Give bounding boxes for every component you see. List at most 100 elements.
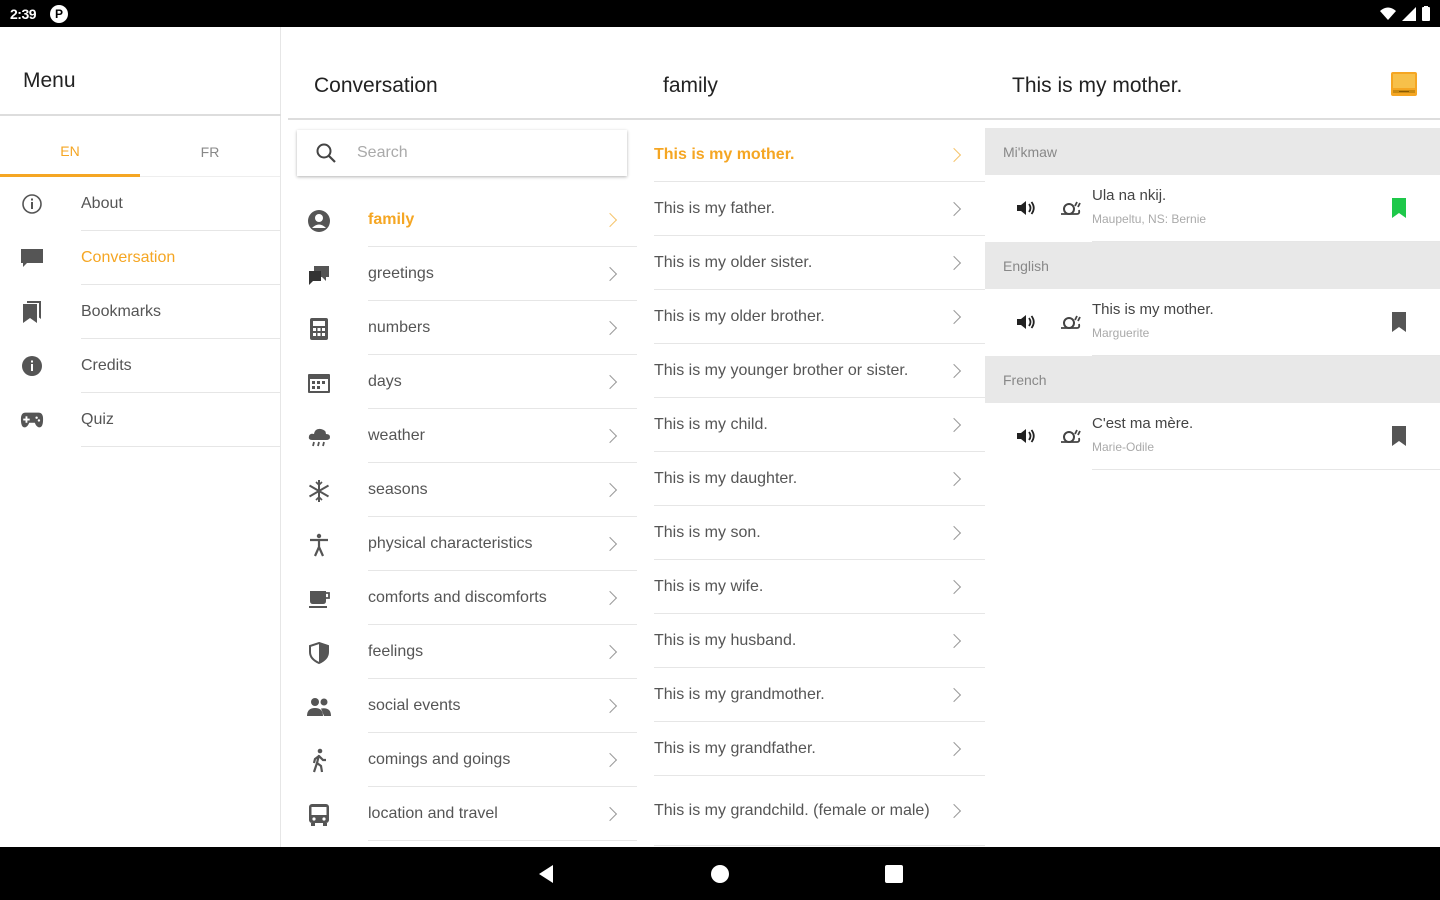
phrase-item[interactable]: This is my grandchild. (female or male) [654, 776, 985, 846]
walking-icon [306, 748, 332, 774]
home-icon[interactable] [708, 862, 732, 886]
bus-icon [306, 802, 332, 828]
category-greetings[interactable]: greetings [288, 247, 637, 301]
translation-entry: This is my mother. Marguerite [985, 289, 1440, 356]
book-icon[interactable] [1390, 70, 1418, 98]
category-label: seasons [368, 463, 637, 517]
category-label: location and travel [368, 787, 637, 841]
bookmark-icon[interactable] [1390, 425, 1408, 447]
category-family[interactable]: family [288, 193, 637, 247]
phrase-item[interactable]: This is my grandmother. [654, 668, 985, 722]
coffee-icon [306, 586, 332, 612]
search-input[interactable] [357, 144, 597, 162]
menu-item-quiz[interactable]: Quiz [0, 393, 281, 447]
phrase-label: This is my wife. [654, 578, 764, 595]
language-tabs: EN FR [0, 127, 281, 177]
speaker-icon[interactable] [1015, 425, 1037, 447]
phrase-item[interactable]: This is my older sister. [654, 236, 985, 290]
recents-icon[interactable] [882, 862, 906, 886]
category-numbers[interactable]: numbers [288, 301, 637, 355]
speaker-name: Maupeltu, NS: Bernie [1092, 212, 1207, 226]
translation-text: This is my mother. [1092, 301, 1214, 318]
phrase-header: This is my mother. [985, 27, 1440, 120]
category-label: family [368, 193, 637, 247]
battery-icon [1422, 6, 1430, 21]
status-bar: 2:39 P [0, 0, 1440, 27]
chevron-right-icon [946, 363, 962, 378]
category-label: social events [368, 679, 637, 733]
gamepad-icon [20, 408, 44, 432]
accessibility-icon [306, 532, 332, 558]
chevron-right-icon [946, 687, 962, 702]
menu-item-conversation[interactable]: Conversation [0, 231, 281, 285]
category-seasons[interactable]: seasons [288, 463, 637, 517]
phrase-item[interactable]: This is my older brother. [654, 290, 985, 344]
chat-bubbles-icon [306, 262, 332, 288]
slow-playback-icon[interactable] [1059, 425, 1081, 447]
menu-divider [0, 114, 281, 116]
phrase-item[interactable]: This is my son. [654, 506, 985, 560]
category-days[interactable]: days [288, 355, 637, 409]
phrase-label: This is my younger brother or sister. [654, 362, 909, 379]
phrase-item[interactable]: This is my wife. [654, 560, 985, 614]
people-icon [306, 694, 332, 720]
category-physical-characteristics[interactable]: physical characteristics [288, 517, 637, 571]
calendar-icon [306, 370, 332, 396]
family-header: family [637, 27, 985, 120]
menu-item-bookmarks[interactable]: Bookmarks [0, 285, 281, 339]
conversation-header: Conversation [288, 27, 637, 120]
phrase-item[interactable]: This is my mother. [654, 128, 985, 182]
category-list: family greetings numbers days weather se… [288, 193, 637, 841]
bookmark-icon[interactable] [1390, 197, 1408, 219]
status-icons [1380, 6, 1430, 21]
menu-item-label: About [81, 177, 281, 231]
menu-item-credits[interactable]: Credits [0, 339, 281, 393]
category-social-events[interactable]: social events [288, 679, 637, 733]
search-icon [316, 143, 336, 163]
phrase-title: This is my mother. [1012, 74, 1183, 97]
back-icon[interactable] [534, 862, 558, 886]
chevron-right-icon [946, 633, 962, 648]
language-section-header: Mi'kmaw [985, 128, 1440, 175]
language-section-header: French [985, 356, 1440, 403]
tab-en[interactable]: EN [0, 127, 140, 177]
info-outline-icon [20, 192, 44, 216]
bookmark-icon[interactable] [1390, 311, 1408, 333]
category-comforts-and-discomforts[interactable]: comforts and discomforts [288, 571, 637, 625]
tab-fr[interactable]: FR [140, 127, 280, 177]
phrase-label: This is my grandfather. [654, 740, 816, 757]
slow-playback-icon[interactable] [1059, 197, 1081, 219]
category-feelings[interactable]: feelings [288, 625, 637, 679]
family-title: family [663, 74, 718, 97]
phrase-item[interactable]: This is my daughter. [654, 452, 985, 506]
menu-item-label: Quiz [81, 393, 281, 447]
speaker-icon[interactable] [1015, 311, 1037, 333]
app-window: Menu EN FR About Conversation Bookmarks … [0, 27, 1440, 847]
signal-icon [1402, 6, 1416, 21]
category-label: physical characteristics [368, 517, 637, 571]
info-icon [20, 354, 44, 378]
phrase-label: This is my grandchild. (female or male) [654, 802, 930, 819]
category-comings-and-goings[interactable]: comings and goings [288, 733, 637, 787]
category-label: days [368, 355, 637, 409]
phrase-item[interactable]: This is my child. [654, 398, 985, 452]
phrase-label: This is my husband. [654, 632, 797, 649]
phrase-item[interactable]: This is my grandfather. [654, 722, 985, 776]
speaker-icon[interactable] [1015, 197, 1037, 219]
chevron-right-icon [946, 803, 962, 818]
category-weather[interactable]: weather [288, 409, 637, 463]
family-phrase-list: This is my mother. This is my father. Th… [654, 128, 985, 846]
phrase-item[interactable]: This is my father. [654, 182, 985, 236]
menu-item-about[interactable]: About [0, 177, 281, 231]
slow-playback-icon[interactable] [1059, 311, 1081, 333]
phrase-item[interactable]: This is my husband. [654, 614, 985, 668]
phrase-label: This is my child. [654, 416, 768, 433]
category-location-and-travel[interactable]: location and travel [288, 787, 637, 841]
speaker-name: Marie-Odile [1092, 440, 1155, 454]
speaker-name: Marguerite [1092, 326, 1150, 340]
phrase-item[interactable]: This is my younger brother or sister. [654, 344, 985, 398]
translation-entry: C'est ma mère. Marie-Odile [985, 403, 1440, 470]
translation-text-block: C'est ma mère. Marie-Odile [1092, 415, 1440, 470]
phrase-label: This is my daughter. [654, 470, 798, 487]
chevron-right-icon [946, 255, 962, 270]
